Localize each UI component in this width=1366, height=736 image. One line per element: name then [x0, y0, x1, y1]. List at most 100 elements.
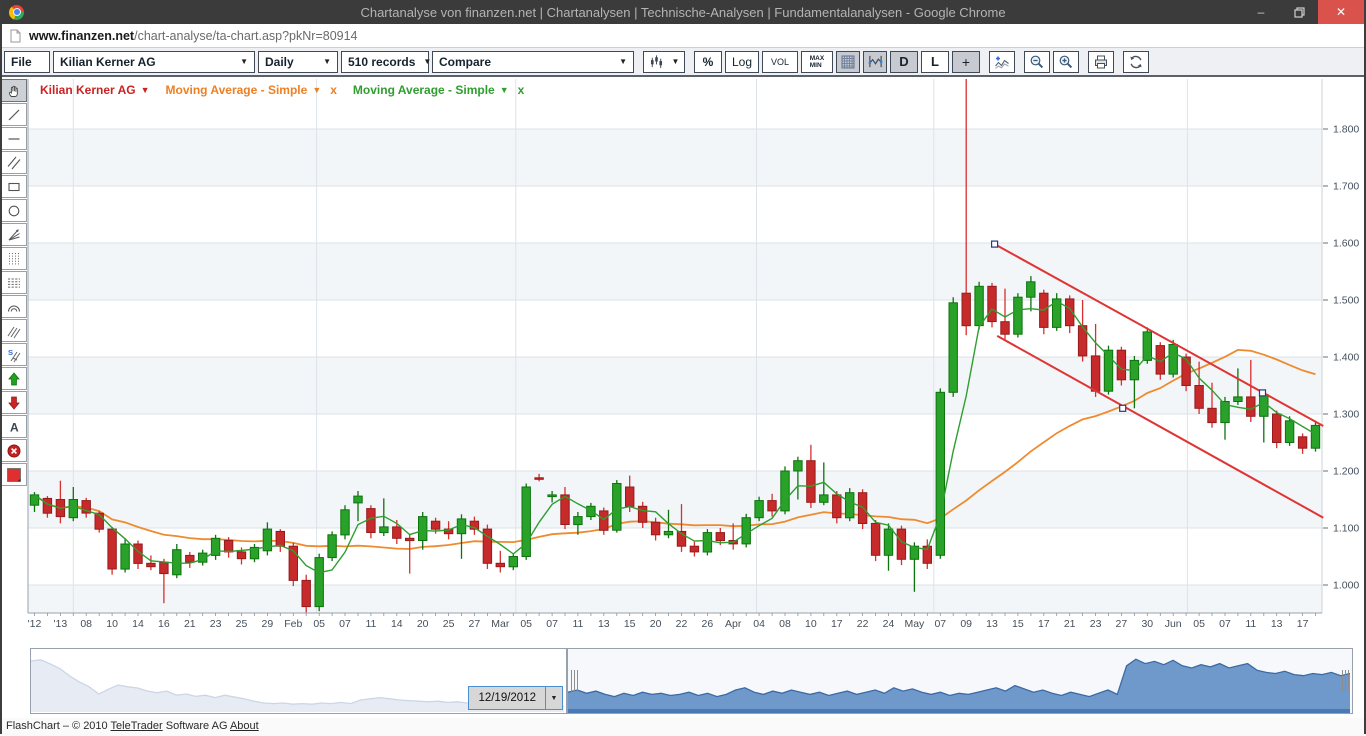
text-annotation-tool[interactable]: A — [1, 415, 27, 438]
parallel-lines-icon — [6, 155, 22, 171]
legend-label: Moving Average - Simple — [166, 83, 308, 97]
zoom-out-icon — [1029, 54, 1045, 70]
fibonacci-retracement-tool[interactable] — [1, 271, 27, 294]
svg-text:10: 10 — [805, 618, 817, 630]
buy-arrow-tool[interactable] — [1, 367, 27, 390]
pan-tool[interactable] — [1, 79, 27, 102]
url-bar[interactable]: www.finanzen.net/chart-analyse/ta-chart.… — [0, 24, 1366, 48]
svg-text:25: 25 — [443, 618, 455, 630]
zoom-in-icon — [1058, 54, 1074, 70]
about-link[interactable]: About — [230, 720, 259, 732]
vertical-dotted-lines-icon — [6, 251, 22, 267]
horizontal-line-tool[interactable] — [1, 127, 27, 150]
zoom-in-button[interactable] — [1053, 51, 1079, 73]
navigator-unselected-range[interactable]: 12/19/2012 ▼ — [31, 649, 568, 713]
start-date-picker[interactable]: 12/19/2012 ▼ — [468, 686, 563, 710]
delete-drawings-tool[interactable] — [1, 439, 27, 462]
trendline-tool[interactable] — [1, 103, 27, 126]
chevron-down-icon[interactable]: ▼ — [312, 85, 321, 95]
svg-text:13: 13 — [598, 618, 610, 630]
file-menu-button[interactable]: File — [4, 51, 50, 73]
range-drag-handle-left[interactable] — [571, 670, 578, 692]
fibonacci-fan-tool[interactable] — [1, 223, 27, 246]
teletrader-link[interactable]: TeleTrader — [111, 720, 163, 732]
svg-text:24: 24 — [883, 618, 895, 630]
footer-text: Software AG — [163, 720, 230, 732]
legend-item-2[interactable]: Moving Average - Simple▼x — [353, 83, 524, 97]
svg-text:23: 23 — [1090, 618, 1102, 630]
chevron-down-icon[interactable]: ▼ — [545, 687, 562, 709]
refresh-button[interactable] — [1123, 51, 1149, 73]
sell-arrow-tool[interactable] — [1, 391, 27, 414]
rectangle-tool[interactable] — [1, 175, 27, 198]
svg-text:13: 13 — [986, 618, 998, 630]
color-picker-swatch[interactable] — [1, 463, 27, 486]
navigator-area-chart — [568, 659, 1350, 713]
chevron-down-icon: ▼ — [672, 57, 680, 66]
printer-icon — [1093, 54, 1109, 70]
navigator-selected-range[interactable] — [568, 649, 1352, 713]
ellipse-icon — [6, 203, 22, 219]
navigator-box: 12/19/2012 ▼ — [30, 648, 1353, 714]
svg-text:17: 17 — [1297, 618, 1309, 630]
svg-text:08: 08 — [779, 618, 791, 630]
grid-toggle-button[interactable] — [836, 51, 860, 73]
period-select[interactable]: Daily▼ — [258, 51, 338, 73]
svg-text:25: 25 — [236, 618, 248, 630]
svg-text:14: 14 — [132, 618, 144, 630]
chevron-down-icon: ▼ — [423, 57, 431, 66]
zoom-out-button[interactable] — [1024, 51, 1050, 73]
percent-scale-button[interactable]: % — [694, 51, 722, 73]
svg-text:1.200: 1.200 — [1333, 466, 1359, 478]
svg-text:27: 27 — [469, 618, 481, 630]
close-button[interactable]: ✕ — [1318, 0, 1364, 24]
svg-text:10: 10 — [106, 618, 118, 630]
svg-text:05: 05 — [520, 618, 532, 630]
chevron-down-icon[interactable]: ▼ — [141, 85, 150, 95]
fibonacci-timezones-tool[interactable] — [1, 247, 27, 270]
maxmin-button[interactable]: MAXMIN — [801, 51, 833, 73]
restore-button[interactable] — [1280, 0, 1318, 24]
minimize-button[interactable]: – — [1242, 0, 1280, 24]
svg-text:Feb: Feb — [284, 618, 302, 630]
chevron-down-icon: ▼ — [240, 57, 248, 66]
volume-button[interactable]: VOL — [762, 51, 798, 73]
parallel-channel-tool[interactable] — [1, 151, 27, 174]
svg-text:16: 16 — [158, 618, 170, 630]
speed-lines-tool[interactable] — [1, 319, 27, 342]
drawing-tools-sidebar: S A — [1, 79, 28, 487]
chart-type-select[interactable]: ▼ — [643, 51, 685, 73]
symbol-select[interactable]: Kilian Kerner AG▼ — [53, 51, 255, 73]
legend-close-x[interactable]: x — [518, 83, 525, 97]
log-scale-button[interactable]: Log — [725, 51, 759, 73]
footer-copyright: FlashChart – © 2010 — [6, 720, 111, 732]
legend-label: Kilian Kerner AG — [40, 83, 136, 97]
legend-item-1[interactable]: Moving Average - Simple ▼ x — [166, 83, 337, 97]
day-mode-button[interactable]: D — [890, 51, 918, 73]
fit-chart-button[interactable] — [863, 51, 887, 73]
svg-text:'13: '13 — [54, 618, 68, 630]
candlestick-chart[interactable]: 1.8001.7001.6001.5001.4001.3001.2001.100… — [28, 79, 1360, 630]
svg-text:1.300: 1.300 — [1333, 409, 1359, 421]
chart-legend: Kilian Kerner AG▼Moving Average - Simple… — [40, 83, 524, 97]
chevron-down-icon: ▼ — [323, 57, 331, 66]
line-mode-button[interactable]: L — [921, 51, 949, 73]
compare-select[interactable]: Compare▼ — [432, 51, 634, 73]
chevron-down-icon[interactable]: ▼ — [500, 85, 509, 95]
records-select[interactable]: 510 records▼ — [341, 51, 429, 73]
svg-text:'12: '12 — [28, 618, 42, 630]
crosshair-button[interactable]: + — [952, 51, 980, 73]
add-indicator-button[interactable] — [989, 51, 1015, 73]
legend-item-0[interactable]: Kilian Kerner AG ▼ — [40, 83, 150, 97]
svg-text:1.500: 1.500 — [1333, 295, 1359, 307]
chart-plot-area[interactable]: 1.8001.7001.6001.5001.4001.3001.2001.100… — [0, 77, 1366, 641]
svg-text:Mar: Mar — [491, 618, 510, 630]
red-down-arrow-icon — [6, 395, 22, 411]
range-drag-handle-right[interactable] — [1342, 670, 1349, 692]
print-button[interactable] — [1088, 51, 1114, 73]
ellipse-tool[interactable] — [1, 199, 27, 222]
legend-close-x[interactable]: x — [330, 83, 337, 97]
svg-text:22: 22 — [857, 618, 869, 630]
standard-deviation-tool[interactable]: S — [1, 343, 27, 366]
fibonacci-arcs-tool[interactable] — [1, 295, 27, 318]
